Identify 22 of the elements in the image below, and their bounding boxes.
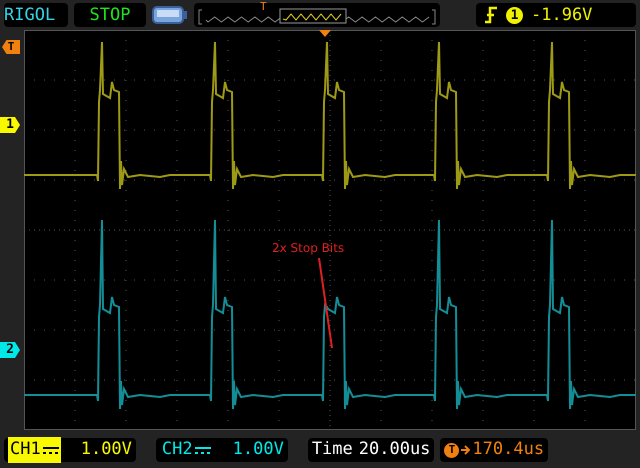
trigger-offset-badge: T bbox=[444, 442, 460, 458]
channel-scale: 1.00V bbox=[232, 438, 284, 462]
coupling-icon bbox=[42, 445, 59, 455]
run-status: STOP bbox=[74, 3, 146, 27]
timebase-value: 20.00us bbox=[358, 438, 430, 462]
trigger-level-marker: T bbox=[2, 40, 20, 54]
channel-label: CH2 bbox=[160, 437, 213, 463]
rising-edge-icon bbox=[484, 6, 498, 24]
trigger-offset-value: 170.4us bbox=[472, 438, 544, 462]
trigger-level: -1.96V bbox=[531, 6, 592, 24]
trigger-position-label: T bbox=[260, 1, 267, 12]
channel-marker: 2 bbox=[0, 342, 20, 358]
battery-icon bbox=[152, 6, 188, 24]
arrow-icon bbox=[461, 445, 470, 455]
annotation-text: 2x Stop Bits bbox=[272, 241, 344, 255]
channel-label: CH1 bbox=[8, 437, 61, 463]
channel-scale: 1.00V bbox=[80, 438, 132, 462]
trigger-source-badge: 1 bbox=[506, 6, 523, 24]
brand-logo: RIGOL bbox=[4, 3, 68, 27]
time-label: Time bbox=[312, 438, 353, 462]
trigger-position-icon bbox=[319, 30, 331, 37]
channel-marker: 1 bbox=[0, 117, 20, 133]
